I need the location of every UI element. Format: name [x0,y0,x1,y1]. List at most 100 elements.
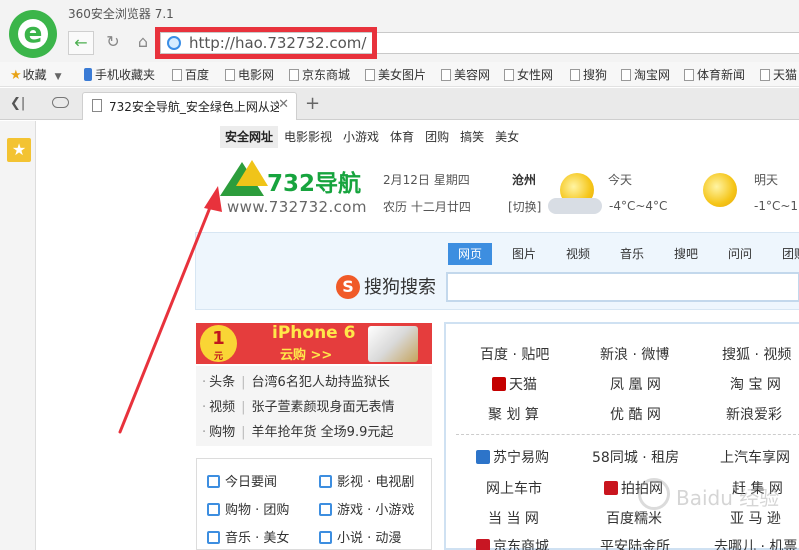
search-tab[interactable]: 问问 [718,243,762,265]
new-tab-button[interactable]: + [305,93,320,114]
news-item[interactable]: · 头条 | 台湾6名犯人劫持监狱长 [202,371,390,393]
section-link[interactable]: 购物 · 团购 [207,499,289,521]
browser-titlebar: e 360安全浏览器 7.1 ← ↻ ⌂ http://hao.732732.c… [0,0,799,62]
address-highlight-box [155,27,377,59]
brand-url: www.732732.com [227,198,367,216]
game-icon [319,503,332,516]
weather-temp-tomorrow: -1°C~11 [754,199,799,213]
site-link[interactable]: 搜狐 · 视频 [722,344,791,364]
tab-title: 732安全导航_安全绿色上网从这里开始 [109,100,279,114]
city-name: 沧州 [512,173,537,187]
section-link[interactable]: 小说 · 动漫 [319,527,401,549]
bookmark-item[interactable]: 电影网 [225,66,274,83]
star-icon[interactable]: ★ [7,138,31,162]
topcat-item[interactable]: 搞笑 [455,126,489,148]
home-button[interactable]: ⌂ [130,31,156,55]
topcat-item[interactable]: 团购 [420,126,454,148]
cloud-icon [548,198,602,214]
close-icon[interactable]: ✕ [278,97,289,112]
bookmark-item[interactable]: 天猫 [760,66,797,83]
site-link[interactable]: 京东商城 [476,536,549,550]
site-link[interactable]: 苏宁易购 [476,447,549,467]
site-link[interactable]: 网上车市 [486,478,542,498]
site-directory: 百度 · 贴吧 新浪 · 微博 搜狐 · 视频 天猫 凤 凰 网 淘 宝 网 聚… [444,322,799,550]
news-icon [207,475,220,488]
news-item[interactable]: · 视频 | 张子萱素颜现身面无表情 [202,396,395,418]
site-link[interactable]: 58同城 · 租房 [592,447,679,467]
search-tab[interactable]: 音乐 [610,243,654,265]
site-link[interactable]: 新浪 · 微博 [600,344,669,364]
page-icon [92,99,102,112]
topcat-item[interactable]: 体育 [385,126,419,148]
bookmark-item[interactable]: 美容网 [441,66,490,83]
cloud-icon[interactable] [52,97,69,108]
bookmark-favorites[interactable]: ★收藏 ▼ [10,66,62,83]
topcat-item[interactable]: 安全网址 [220,126,279,148]
page-icon [504,69,514,81]
browser-logo-icon: e [9,10,57,58]
section-link[interactable]: 影视 · 电视剧 [319,471,414,493]
bookmark-item[interactable]: 美女图片 [365,66,426,83]
bookmark-item[interactable]: 淘宝网 [621,66,670,83]
bookmark-item[interactable]: 体育新闻 [684,66,745,83]
tab-scroll-left-icon[interactable]: ❮| [10,96,25,111]
page-icon [365,69,375,81]
promo-subtitle: 云购 >> [280,348,333,363]
search-tab[interactable]: 图片 [502,243,546,265]
site-link[interactable]: 凤 凰 网 [610,374,661,394]
promo-banner[interactable]: 1元 iPhone 6 云购 >> [196,323,432,364]
top-category-nav: 安全网址 电影影视 小游戏 体育 团购 搞笑 美女 [220,126,525,148]
bookmark-item[interactable]: 百度 [172,66,209,83]
topcat-item[interactable]: 小游戏 [338,126,384,148]
reload-button[interactable]: ↻ [100,31,126,55]
back-button[interactable]: ← [68,31,94,55]
section-link[interactable]: 音乐 · 美女 [207,527,289,549]
weather-day-tomorrow: 明天 [754,173,779,187]
search-tab[interactable]: 视频 [556,243,600,265]
search-engine-name: 搜狗搜索 [364,277,436,298]
section-link[interactable]: 今日要闻 [207,471,277,493]
bookmark-mobile[interactable]: 手机收藏夹 [84,66,155,83]
section-link[interactable]: 游戏 · 小游戏 [319,499,414,521]
site-link[interactable]: 百度糯米 [606,508,662,528]
search-tab[interactable]: 搜吧 [664,243,708,265]
site-link[interactable]: 淘 宝 网 [730,374,781,394]
site-link[interactable]: 新浪爱彩 [726,404,782,424]
promo-price-badge: 1元 [200,325,237,362]
bookmark-item[interactable]: 女性网 [504,66,553,83]
site-link[interactable]: 上汽车享网 [720,447,790,467]
page-icon [172,69,182,81]
site-link[interactable]: 优 酷 网 [610,404,661,424]
music-icon [207,531,220,544]
jd-icon [476,539,490,550]
site-link[interactable]: 当 当 网 [488,508,539,528]
topcat-item[interactable]: 电影影视 [279,126,337,148]
switch-city-link[interactable]: [切换] [508,198,541,215]
news-item[interactable]: · 购物 | 羊年抢年货 全场9.9元起 [202,421,393,443]
site-link[interactable]: 平安陆金所 [600,536,670,550]
tmall-icon [492,377,506,391]
site-link[interactable]: 天猫 [492,374,537,394]
site-link[interactable]: 聚 划 算 [488,404,539,424]
search-tab[interactable]: 网页 [448,243,492,265]
app-title: 360安全浏览器 7.1 [68,7,174,21]
sogou-icon: S [336,275,360,299]
site-link[interactable]: 百度 · 贴吧 [480,344,549,364]
star-icon: ★ [10,68,22,83]
page-icon [570,69,580,81]
search-input[interactable] [446,272,799,302]
divider [456,434,799,435]
bookmark-item[interactable]: 搜狗 [570,66,607,83]
sun-icon [703,173,737,207]
shopping-icon [207,503,220,516]
site-link[interactable]: 去哪儿 · 机票 [714,536,797,550]
tab-active[interactable]: 732安全导航_安全绿色上网从这里开始 ✕ [82,92,297,120]
bookmark-item[interactable]: 京东商城 [289,66,350,83]
site-link[interactable]: 亚 马 逊 [730,508,781,528]
page-icon [621,69,631,81]
brand-name: 732导航 [267,171,362,197]
page-icon [760,69,770,81]
topcat-item[interactable]: 美女 [490,126,524,148]
news-list: · 头条 | 台湾6名犯人劫持监狱长 · 视频 | 张子萱素颜现身面无表情 · 购物 | 羊年抢年… [196,366,432,446]
search-tab[interactable]: 团购 [772,243,799,265]
